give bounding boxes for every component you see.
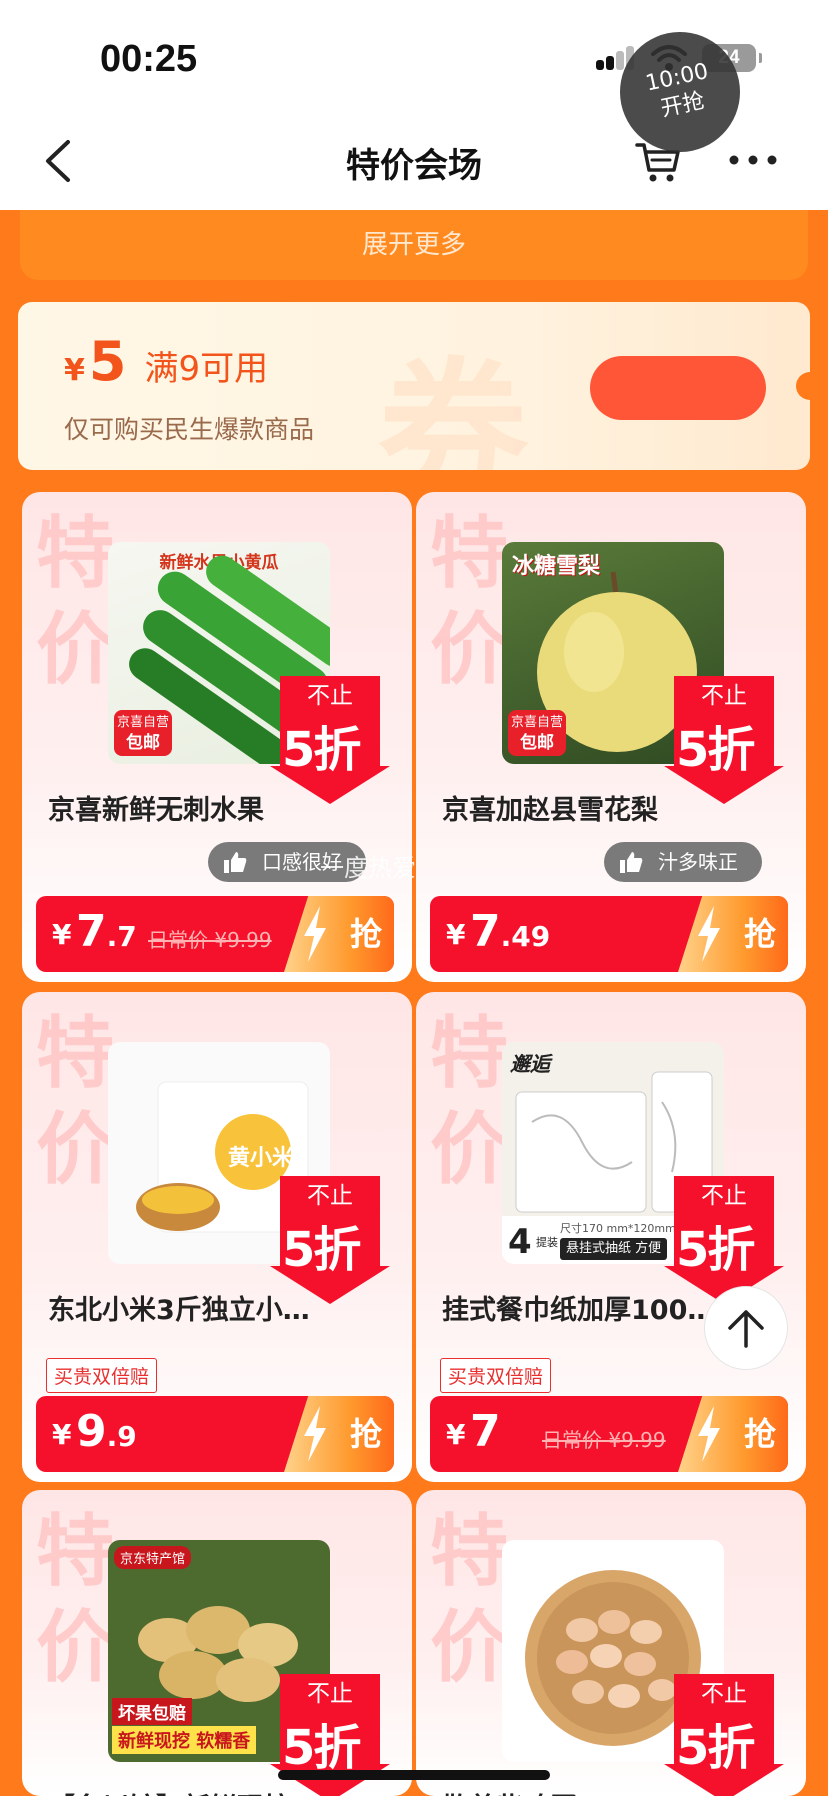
coupon-watermark: 券 (378, 345, 529, 470)
discount-tag: 不止 5折 (270, 1176, 390, 1304)
image-size: 尺寸170 mm*120mm (560, 1222, 676, 1235)
status-time: 00:25 (100, 38, 198, 80)
original-price: 日常价 ¥9.99 (542, 1428, 666, 1452)
product-card[interactable]: 特价 新鲜水果小黄瓜 京喜自营包邮 不止 5折 京喜新鲜无刺水果 口感很好 ¥ … (22, 492, 412, 982)
thumbs-up-icon (224, 852, 247, 873)
image-count: 4 (508, 1222, 532, 1262)
buy-button[interactable]: ¥ 7 日常价 ¥9.99 抢 (430, 1396, 788, 1472)
image-count-unit: 提装 (536, 1236, 558, 1249)
product-review-tag: 汁多味正 (604, 842, 762, 882)
product-card[interactable]: 特价 邂逅 4 提装 尺寸170 mm*120mm 悬挂式抽纸 方便 不止 5折… (416, 992, 806, 1482)
expand-more-button[interactable]: 展开更多 (20, 210, 808, 280)
product-name[interactable]: 东北小米3斤独立小… (48, 1288, 388, 1327)
lightning-icon (698, 1406, 720, 1462)
discount-tag: 不止 5折 (270, 676, 390, 804)
lightning-icon (304, 1406, 326, 1462)
image-caption: 悬挂式抽纸 方便 (560, 1238, 668, 1260)
grab-label: 抢 (678, 896, 788, 972)
product-name[interactable]: 京喜加赵县雪花梨 (442, 788, 782, 827)
home-indicator[interactable] (278, 1770, 550, 1780)
self-operated-badge: 京喜自营 包邮 (508, 710, 566, 756)
price: 7 (470, 1406, 501, 1457)
product-card[interactable]: 特价 京东特产馆 坏果包赔 新鲜现挖 软糯香 不止 5折 【名川馆】新鲜现挖 (22, 1490, 412, 1796)
product-name[interactable]: 京喜新鲜无刺水果 (48, 788, 388, 827)
discount-tag: 不止 5折 (664, 1674, 784, 1796)
original-price: 日常价 ¥9.99 (148, 928, 272, 952)
coupon-amount: ¥ 5 满9可用 (64, 330, 268, 393)
product-name[interactable]: 【名川馆】新鲜现挖 (48, 1786, 388, 1796)
grab-label: 抢 (284, 1396, 394, 1472)
price: 7.7 (76, 906, 137, 957)
price: 7.49 (470, 906, 551, 957)
arrow-up-icon (728, 1310, 764, 1348)
grab-label: 抢 (678, 1396, 788, 1472)
product-card[interactable]: 特价 不止 5折 散养柴鸡蛋 (416, 1490, 806, 1796)
buy-button[interactable]: ¥ 7.7 日常价 ¥9.99 抢 (36, 896, 394, 972)
coupon-description: 仅可购买民生爆款商品 (64, 415, 315, 444)
buy-button[interactable]: ¥ 9.9 抢 (36, 1396, 394, 1472)
self-operated-badge: 京喜自营 包邮 (114, 710, 172, 756)
lightning-icon (698, 906, 720, 962)
product-card[interactable]: 特价 冰糖雪梨 京喜自营 包邮 不止 5折 京喜加赵县雪花梨 汁多味正 ¥ 7.4… (416, 492, 806, 982)
thumbs-up-icon (620, 852, 643, 873)
image-brand: 邂逅 (510, 1052, 550, 1076)
image-caption-2: 新鲜现挖 软糯香 (112, 1726, 257, 1754)
discount-tag: 不止 5折 (664, 1176, 784, 1304)
coupon-condition: 满9可用 (144, 349, 269, 389)
image-label: 京东特产馆 (114, 1546, 192, 1569)
coupon-claim-button[interactable] (590, 356, 766, 420)
price-guarantee-tag: 买贵双倍赔 (46, 1358, 158, 1393)
overlay-watermark: 一度热爱 (320, 854, 416, 882)
discount-tag: 不止 5折 (664, 676, 784, 804)
buy-button[interactable]: ¥ 7.49 抢 (430, 896, 788, 972)
price-guarantee-tag: 买贵双倍赔 (440, 1358, 552, 1393)
lightning-icon (304, 906, 326, 962)
coupon-currency: ¥ (64, 353, 85, 388)
coupon-card: 券 ¥ 5 满9可用 仅可购买民生爆款商品 (18, 302, 810, 470)
coupon-value: 5 (88, 330, 127, 393)
product-card[interactable]: 特价 黄小米 不止 5折 东北小米3斤独立小… 买贵双倍赔 ¥ 9.9 抢 (22, 992, 412, 1482)
grab-label: 抢 (284, 896, 394, 972)
coupon-notch (796, 372, 810, 400)
more-icon[interactable] (728, 152, 778, 168)
product-name[interactable]: 散养柴鸡蛋 (442, 1786, 782, 1796)
scroll-to-top-button[interactable] (704, 1286, 788, 1370)
image-caption-1: 坏果包赔 (112, 1698, 192, 1725)
image-label: 黄小米 (228, 1146, 295, 1171)
price: 9.9 (76, 1406, 137, 1457)
